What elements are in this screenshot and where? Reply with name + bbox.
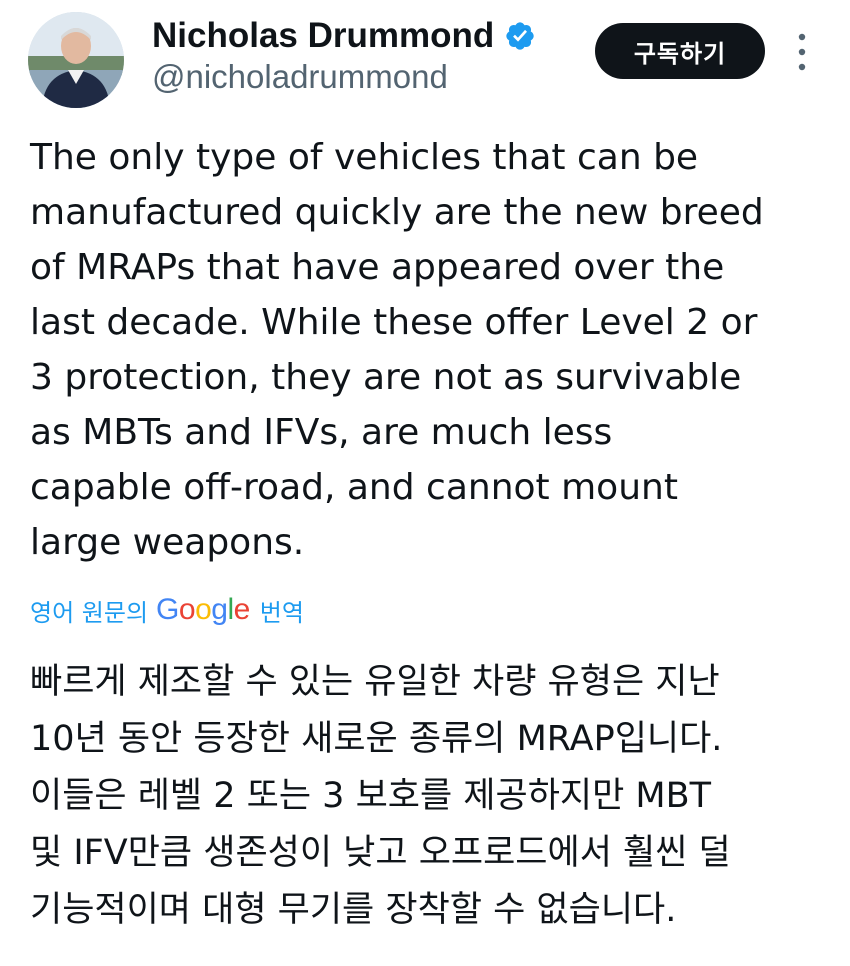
translation-prefix: 영어 원문의 (30, 598, 149, 627)
tweet-line: last decade. While these offer Level 2 o… (30, 302, 758, 343)
profile-photo-icon (28, 12, 124, 108)
author-name-row: Nicholas Drummond (152, 14, 536, 58)
tweet-line: as MBTs and IFVs, are much less (30, 412, 613, 453)
translated-body: 빠르게 제조할 수 있는 유일한 차량 유형은 지난 10년 동안 등장한 새로… (30, 654, 830, 939)
translated-line: 이들은 레벨 2 또는 3 보호를 제공하지만 MBT (30, 776, 712, 816)
tweet-line: The only type of vehicles that can be (30, 137, 699, 178)
author-handle[interactable]: @nicholadrummond (152, 58, 448, 96)
tweet-line: 3 protection, they are not as survivable (30, 357, 742, 398)
google-logo: Google (156, 593, 250, 626)
tweet-line: manufactured quickly are the new breed (30, 192, 764, 233)
tweet-header: Nicholas Drummond @nicholadrummond 구독하기 (0, 0, 850, 120)
tweet-line: capable off-road, and cannot mount (30, 467, 678, 508)
author-display-name[interactable]: Nicholas Drummond (152, 16, 494, 56)
translated-line: 및 IFV만큼 생존성이 낮고 오프로드에서 훨씬 덜 (30, 833, 731, 873)
translation-suffix: 번역 (259, 598, 304, 627)
tweet-body: The only type of vehicles that can be ma… (30, 130, 830, 570)
translated-line: 빠르게 제조할 수 있는 유일한 차량 유형은 지난 (30, 662, 720, 702)
subscribe-button[interactable]: 구독하기 (595, 23, 765, 79)
translation-attribution-link[interactable]: 영어 원문의 Google 번역 (30, 590, 304, 630)
translated-line: 기능적이며 대형 무기를 장착할 수 없습니다. (30, 890, 677, 930)
tweet-line: large weapons. (30, 522, 305, 563)
avatar[interactable] (28, 12, 124, 108)
verified-badge-icon (506, 22, 534, 50)
vertical-ellipsis-icon[interactable] (790, 28, 814, 76)
tweet-line: of MRAPs that have appeared over the (30, 247, 725, 288)
translated-line: 10년 동안 등장한 새로운 종류의 MRAP입니다. (30, 719, 723, 759)
